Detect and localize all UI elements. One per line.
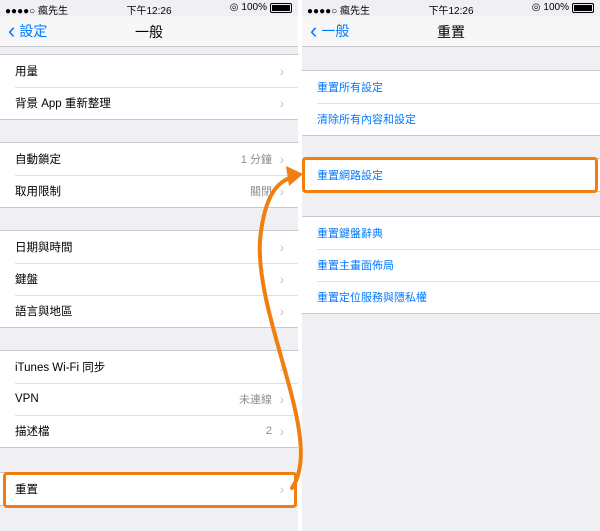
lock-rotation-icon: ◎ [229, 2, 239, 13]
chevron-right-icon: › [279, 183, 285, 199]
row-label: 取用限制 [15, 186, 61, 198]
row-label: 重置主畫面佈局 [317, 260, 394, 272]
row-reset-location-privacy[interactable]: 重置定位服務與隱私權 [302, 281, 600, 313]
page-title: 一般 [135, 24, 163, 40]
chevron-right-icon: › [279, 303, 285, 319]
battery-icon [572, 2, 594, 13]
row-value: 未連線 [239, 394, 272, 406]
navigation-bar: ‹ 一般 重置 [302, 16, 600, 47]
row-reset-all-settings[interactable]: 重置所有設定 [302, 71, 600, 103]
settings-group-lock: 自動鎖定 1 分鐘 › 取用限制 關閉 › [0, 142, 298, 208]
lock-rotation-icon: ◎ [531, 2, 541, 13]
row-label: iTunes Wi-Fi 同步 [15, 362, 106, 374]
row-label: 鍵盤 [15, 274, 38, 286]
chevron-right-icon: › [279, 95, 285, 111]
chevron-right-icon: › [279, 391, 285, 407]
row-vpn[interactable]: VPN 未連線 › [0, 383, 298, 415]
highlight-network-row [302, 157, 598, 193]
row-date-time[interactable]: 日期與時間 › [0, 231, 298, 263]
navigation-bar: ‹ 設定 一般 [0, 16, 298, 47]
settings-group-locale: 日期與時間 › 鍵盤 › 語言與地區 › [0, 230, 298, 328]
reset-screen: ●●●●○ 瘋先生 下午12:26 ◎ 100% ‹ 一般 重置 重置所有設定 … [302, 0, 600, 531]
status-bar: ●●●●○ 瘋先生 下午12:26 ◎ 100% [0, 0, 298, 17]
reset-group-all: 重置所有設定 清除所有內容和設定 [302, 70, 600, 136]
row-value: 關閉 [250, 186, 272, 198]
row-auto-lock[interactable]: 自動鎖定 1 分鐘 › [0, 143, 298, 175]
row-value: 1 分鐘 [240, 154, 272, 166]
battery-indicator: ◎ 100% [532, 2, 594, 13]
row-label: 語言與地區 [15, 306, 73, 318]
row-label: 重置所有設定 [317, 82, 383, 94]
status-bar: ●●●●○ 瘋先生 下午12:26 ◎ 100% [302, 0, 600, 17]
row-language-region[interactable]: 語言與地區 › [0, 295, 298, 327]
row-usage[interactable]: 用量 › [0, 55, 298, 87]
chevron-right-icon: › [279, 271, 285, 287]
chevron-right-icon: › [279, 359, 285, 375]
row-background-app-refresh[interactable]: 背景 App 重新整理 › [0, 87, 298, 119]
row-profile[interactable]: 描述檔 2 › [0, 415, 298, 447]
row-label: 自動鎖定 [15, 154, 61, 166]
row-value: 2 [265, 425, 272, 437]
row-label: 日期與時間 [15, 242, 73, 254]
chevron-right-icon: › [279, 151, 285, 167]
battery-percent: 100% [241, 2, 267, 13]
row-label: 重置鍵盤辭典 [317, 228, 383, 240]
general-settings-screen: ●●●●○ 瘋先生 下午12:26 ◎ 100% ‹ 設定 一般 用量 › 背景 … [0, 0, 298, 531]
row-reset-home-layout[interactable]: 重置主畫面佈局 [302, 249, 600, 281]
highlight-reset-row [3, 472, 297, 508]
row-reset-keyboard-dictionary[interactable]: 重置鍵盤辭典 [302, 217, 600, 249]
row-label: 清除所有內容和設定 [317, 114, 416, 126]
chevron-right-icon: › [279, 239, 285, 255]
settings-group-usage: 用量 › 背景 App 重新整理 › [0, 54, 298, 120]
row-label: 用量 [15, 66, 38, 78]
row-itunes-wifi-sync[interactable]: iTunes Wi-Fi 同步 › [0, 351, 298, 383]
chevron-right-icon: › [279, 423, 285, 439]
chevron-right-icon: › [279, 63, 285, 79]
row-label: 描述檔 [15, 426, 50, 438]
reset-group-other: 重置鍵盤辭典 重置主畫面佈局 重置定位服務與隱私權 [302, 216, 600, 314]
battery-icon [270, 2, 292, 13]
row-label: 背景 App 重新整理 [15, 98, 111, 110]
row-restrictions[interactable]: 取用限制 關閉 › [0, 175, 298, 207]
battery-indicator: ◎ 100% [230, 2, 292, 13]
settings-group-sync: iTunes Wi-Fi 同步 › VPN 未連線 › 描述檔 2 › [0, 350, 298, 448]
battery-percent: 100% [543, 2, 569, 13]
row-erase-all-content[interactable]: 清除所有內容和設定 [302, 103, 600, 135]
page-title: 重置 [437, 24, 465, 40]
row-label: 重置定位服務與隱私權 [317, 292, 427, 304]
row-label: VPN [15, 393, 39, 405]
row-keyboard[interactable]: 鍵盤 › [0, 263, 298, 295]
